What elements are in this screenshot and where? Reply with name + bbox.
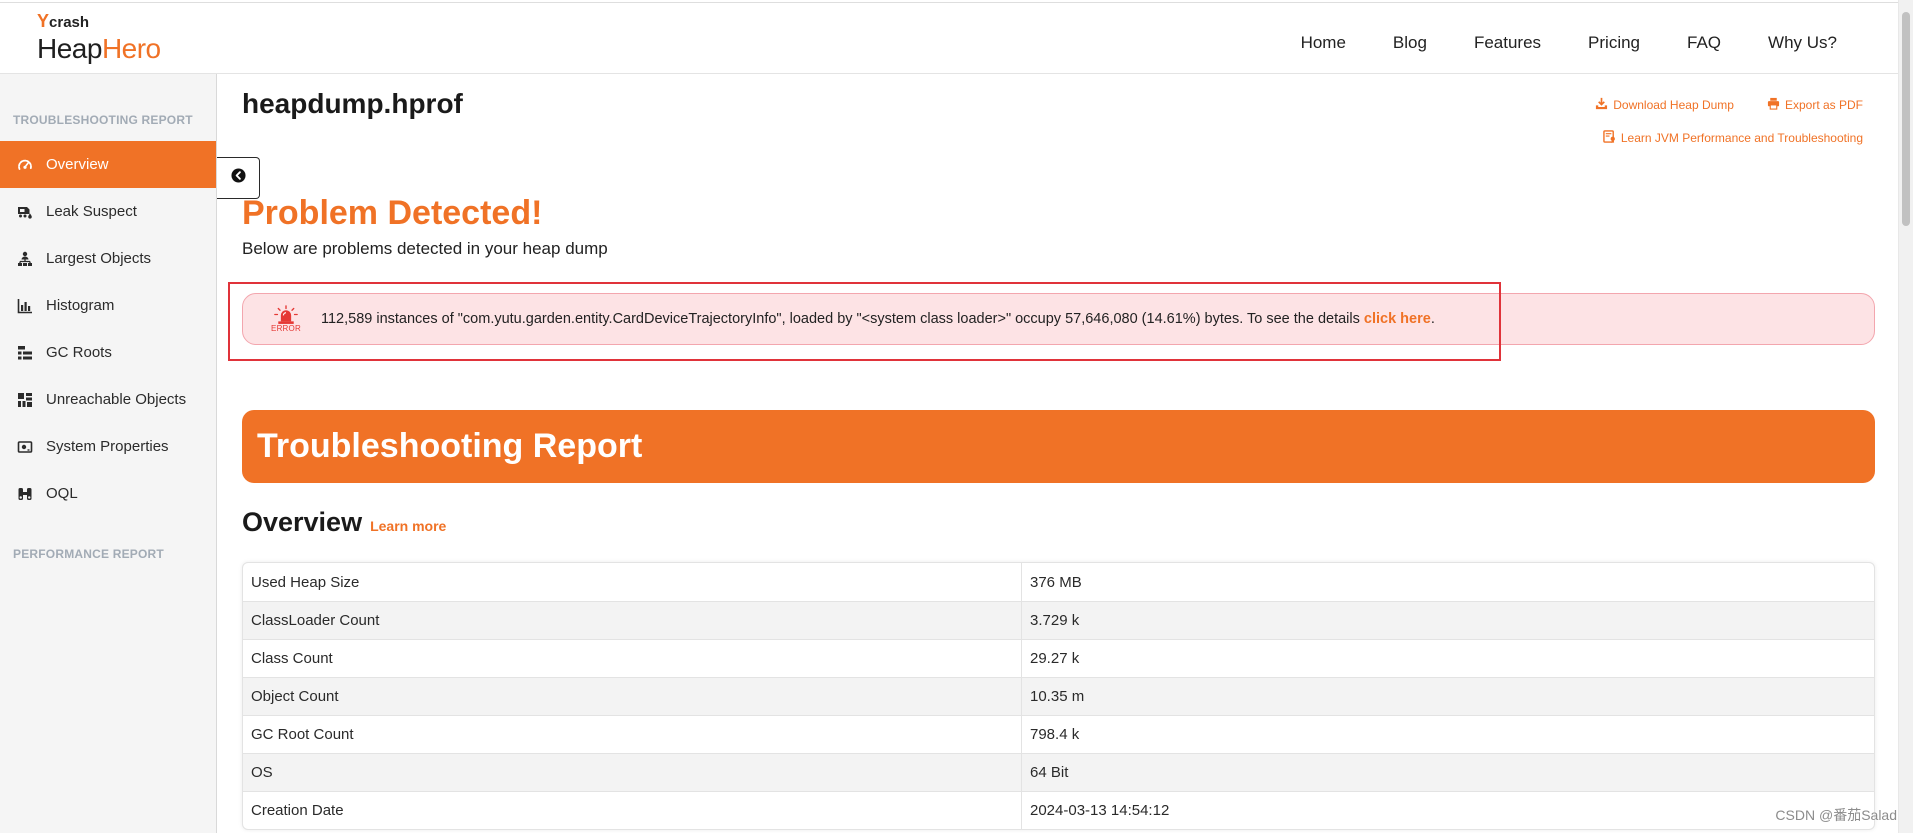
nav-blog[interactable]: Blog — [1393, 32, 1427, 54]
dashboard-icon — [16, 156, 34, 174]
table-cell-value: 10.35 m — [1030, 688, 1085, 705]
nav-faq[interactable]: FAQ — [1687, 32, 1721, 54]
sidebar-item-overview[interactable]: Overview — [0, 141, 216, 188]
table-cell-label: Creation Date — [243, 792, 1022, 829]
problem-subheading: Below are problems detected in your heap… — [242, 239, 608, 258]
download-heap-dump-label: Download Heap Dump — [1613, 98, 1734, 112]
bar-chart-icon — [16, 297, 34, 315]
sidebar-item-label: OQL — [46, 485, 78, 502]
list-tree-icon — [16, 344, 34, 362]
sidebar-section-troubleshooting: TROUBLESHOOTING REPORT — [13, 113, 193, 127]
vertical-scrollbar[interactable] — [1898, 0, 1913, 833]
table-cell-value: 64 Bit — [1030, 764, 1069, 781]
logo-y-mark: Y — [37, 11, 50, 31]
table-cell-value: 2024-03-13 14:54:12 — [1030, 802, 1170, 819]
table-row: ClassLoader Count 3.729 k — [243, 601, 1874, 639]
logo-heap-text: Heap — [37, 33, 102, 64]
sidebar-item-histogram[interactable]: Histogram — [0, 282, 216, 329]
table-cell-label: GC Root Count — [243, 716, 1022, 753]
top-header: Ycrash HeapHero Home Blog Features Prici… — [0, 0, 1898, 74]
table-row: Used Heap Size 376 MB — [243, 563, 1874, 601]
sidebar-item-system-properties[interactable]: System Properties — [0, 423, 216, 470]
scrollbar-thumb[interactable] — [1902, 12, 1910, 226]
sidebar-item-label: System Properties — [46, 438, 169, 455]
overview-table: Used Heap Size 376 MB ClassLoader Count … — [242, 562, 1875, 830]
table-cell-value: 29.27 k — [1030, 650, 1080, 667]
table-cell-label: Object Count — [243, 678, 1022, 715]
page-title: heapdump.hprof — [242, 88, 463, 119]
table-row: Creation Date 2024-03-13 14:54:12 — [243, 791, 1874, 829]
report-banner: Troubleshooting Report — [242, 410, 1875, 483]
sidebar-item-label: GC Roots — [46, 344, 112, 361]
table-row: GC Root Count 798.4 k — [243, 715, 1874, 753]
export-pdf-link[interactable]: Export as PDF — [1767, 97, 1863, 113]
top-rule — [0, 2, 1898, 3]
problem-heading: Problem Detected! — [242, 194, 543, 232]
nav-home[interactable]: Home — [1301, 32, 1346, 54]
sidebar-item-label: Largest Objects — [46, 250, 152, 267]
id-card-icon — [16, 438, 34, 456]
certificate-icon — [1603, 130, 1616, 146]
hierarchy-icon — [16, 250, 34, 268]
sidebar-item-oql[interactable]: OQL — [0, 470, 216, 517]
table-cell-value: 3.729 k — [1030, 612, 1080, 629]
table-cell-label: OS — [243, 754, 1022, 791]
logo-crash-text: crash — [49, 14, 90, 31]
logo-hero-text: Hero — [101, 33, 161, 64]
table-cell-value: 798.4 k — [1030, 726, 1080, 743]
grid-icon — [16, 391, 34, 409]
table-cell-label: ClassLoader Count — [243, 602, 1022, 639]
report-actions: Download Heap Dump Export as PDF Learn J… — [1443, 96, 1863, 147]
learn-more-link[interactable]: Learn more — [370, 518, 446, 534]
action-row-top: Download Heap Dump Export as PDF — [1443, 96, 1863, 114]
table-cell-value: 376 MB — [1030, 573, 1082, 591]
sidebar-section-performance: PERFORMANCE REPORT — [13, 547, 164, 561]
heaphero-logo[interactable]: Ycrash HeapHero — [37, 12, 187, 66]
logo-name: HeapHero — [37, 33, 161, 65]
sidebar-item-leak-suspect[interactable]: Leak Suspect — [0, 188, 216, 235]
sidebar-item-unreachable-objects[interactable]: Unreachable Objects — [0, 376, 216, 423]
sidebar-item-gc-roots[interactable]: GC Roots — [0, 329, 216, 376]
main-nav: Home Blog Features Pricing FAQ Why Us? — [1301, 32, 1837, 54]
sidebar-item-label: Histogram — [46, 297, 115, 314]
annotation-highlight-box — [228, 282, 1501, 361]
learn-jvm-label: Learn JVM Performance and Troubleshootin… — [1620, 131, 1863, 145]
download-icon — [1595, 97, 1608, 113]
chevron-left-circle-icon — [230, 168, 246, 188]
nav-features[interactable]: Features — [1474, 32, 1541, 54]
watermark: CSDN @番茄Salad — [1775, 807, 1897, 823]
table-row: Class Count 29.27 k — [243, 639, 1874, 677]
printer-icon — [1767, 97, 1780, 113]
table-cell-label: Used Heap Size — [243, 563, 1022, 601]
page: Ycrash HeapHero Home Blog Features Prici… — [0, 0, 1913, 833]
export-pdf-label: Export as PDF — [1784, 98, 1863, 112]
learn-jvm-link[interactable]: Learn JVM Performance and Troubleshootin… — [1603, 130, 1863, 146]
table-row: Object Count 10.35 m — [243, 677, 1874, 715]
binoculars-icon — [16, 485, 34, 503]
overview-title: Overview — [242, 507, 363, 537]
download-heap-dump-link[interactable]: Download Heap Dump — [1595, 97, 1734, 113]
ycrash-logo-text: Ycrash — [37, 12, 89, 32]
report-banner-title: Troubleshooting Report — [257, 427, 643, 465]
action-row-bottom: Learn JVM Performance and Troubleshootin… — [1443, 129, 1863, 147]
sidebar-item-largest-objects[interactable]: Largest Objects — [0, 235, 216, 282]
overview-heading: Overview Learn more — [242, 505, 446, 539]
sidebar-item-label: Leak Suspect — [46, 203, 137, 220]
nav-why-us[interactable]: Why Us? — [1768, 32, 1837, 54]
sidebar-item-label: Unreachable Objects — [46, 391, 187, 408]
leak-icon — [16, 203, 34, 221]
sidebar: TROUBLESHOOTING REPORT Overview Leak Sus… — [0, 74, 217, 833]
sidebar-item-label: Overview — [46, 156, 109, 173]
table-row: OS 64 Bit — [243, 753, 1874, 791]
table-cell-label: Class Count — [243, 640, 1022, 677]
nav-pricing[interactable]: Pricing — [1588, 32, 1640, 54]
